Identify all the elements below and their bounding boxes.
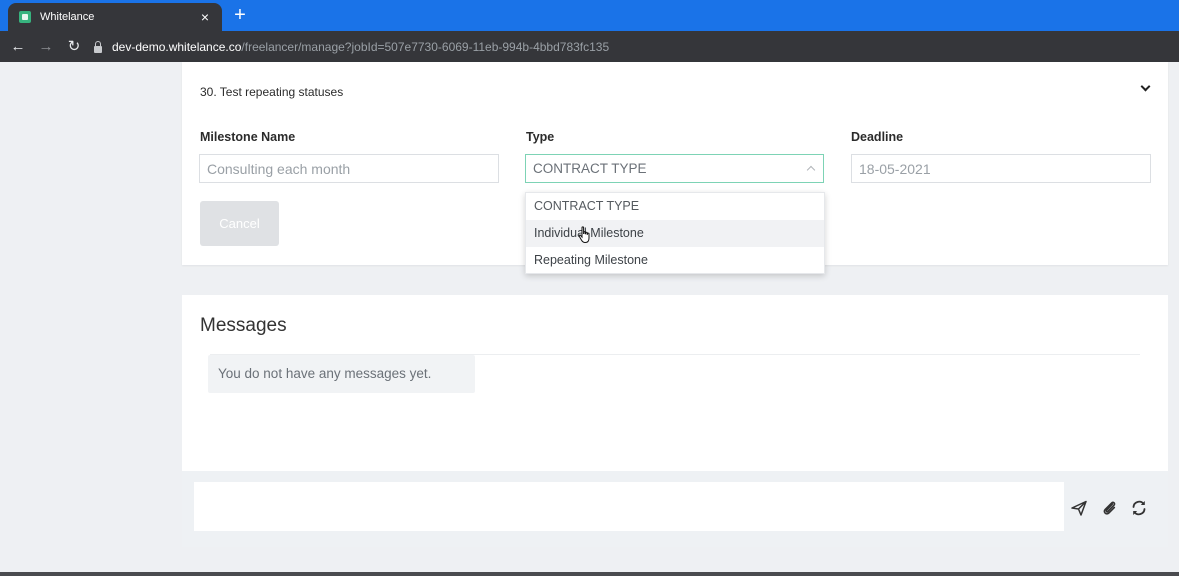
message-composer (182, 471, 1168, 547)
close-tab-icon[interactable]: × (196, 10, 214, 24)
pointer-cursor-icon (578, 226, 590, 244)
refresh-icon[interactable] (1130, 499, 1148, 517)
address-bar[interactable]: dev-demo.whitelance.co /freelancer/manag… (92, 31, 609, 62)
url-path: /freelancer/manage?jobId=507e7730-6069-1… (241, 39, 610, 54)
back-arrow-icon[interactable]: ← (4, 31, 32, 62)
messages-title: Messages (200, 315, 287, 336)
whitelance-favicon-icon (19, 11, 31, 23)
reload-icon[interactable]: ↻ (60, 31, 88, 62)
chevron-up-icon (806, 164, 816, 174)
window-bottom-edge (0, 572, 1179, 576)
chevron-down-icon[interactable] (1140, 82, 1150, 92)
tab-title: Whitelance (40, 11, 95, 23)
new-tab-icon[interactable]: + (230, 5, 250, 25)
contract-type-select[interactable]: CONTRACT TYPE (525, 154, 824, 183)
browser-tab[interactable]: Whitelance × (8, 3, 222, 31)
contract-type-dropdown: CONTRACT TYPE Individual Milestone Repea… (525, 192, 825, 274)
lock-icon[interactable] (92, 40, 104, 54)
dropdown-option-contract-type[interactable]: CONTRACT TYPE (526, 193, 824, 220)
send-icon[interactable] (1070, 499, 1088, 517)
paperclip-icon[interactable] (1100, 499, 1118, 517)
milestone-name-input[interactable] (199, 154, 499, 183)
type-label: Type (526, 130, 555, 144)
milestone-name-label: Milestone Name (200, 130, 296, 144)
dropdown-option-repeating-milestone[interactable]: Repeating Milestone (526, 247, 824, 274)
dropdown-option-individual-milestone[interactable]: Individual Milestone (526, 220, 824, 247)
forward-arrow-icon[interactable]: → (32, 31, 60, 62)
url-host: dev-demo.whitelance.co (112, 39, 242, 54)
deadline-input[interactable] (851, 154, 1151, 183)
milestone-heading: 30. Test repeating statuses (200, 85, 344, 99)
browser-tab-bar: Whitelance × + (0, 0, 1179, 31)
deadline-label: Deadline (851, 130, 904, 144)
contract-type-selected: CONTRACT TYPE (533, 161, 647, 176)
message-input[interactable] (194, 482, 1064, 531)
empty-messages-notice: You do not have any messages yet. (208, 355, 475, 393)
browser-toolbar: ← → ↻ dev-demo.whitelance.co /freelancer… (0, 31, 1179, 62)
cancel-button[interactable]: Cancel (200, 201, 279, 246)
messages-card: Messages You do not have any messages ye… (182, 295, 1168, 471)
